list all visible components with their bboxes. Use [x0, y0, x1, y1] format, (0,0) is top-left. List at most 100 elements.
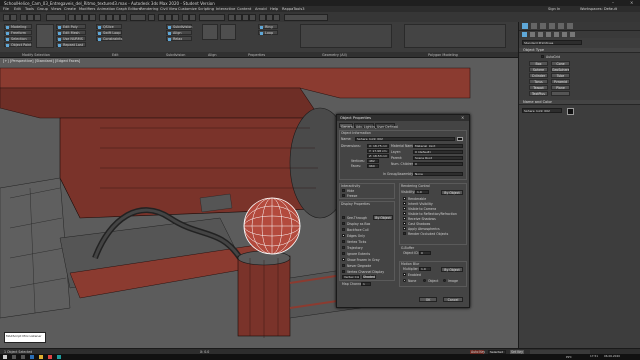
- visible-to-camera-checkbox[interactable]: [403, 207, 406, 210]
- object-id-field[interactable]: 0: [419, 251, 431, 255]
- cone-button[interactable]: Cone: [551, 61, 570, 66]
- motion-tab-icon[interactable]: [549, 23, 555, 29]
- systems-icon[interactable]: [570, 32, 575, 37]
- image-radio[interactable]: [443, 279, 446, 282]
- autogrid-checkbox[interactable]: [541, 55, 544, 58]
- ok-button[interactable]: OK: [419, 297, 437, 302]
- edges-only-checkbox[interactable]: [342, 234, 345, 237]
- menu-content[interactable]: Content: [237, 7, 251, 11]
- vertex-ticks-checkbox[interactable]: [342, 240, 345, 243]
- render-frame-icon[interactable]: [266, 14, 273, 21]
- ribbon-tab-object-paint[interactable]: Object Paint: [4, 42, 32, 47]
- ribbon-qslice[interactable]: QSlice: [96, 24, 122, 29]
- object-name-field[interactable]: Sphere_Joint_002: [522, 108, 562, 113]
- empty-primitive-button[interactable]: [551, 91, 570, 96]
- section-subdivision[interactable]: Subdivision: [166, 53, 185, 57]
- grow-shrink-icon[interactable]: [36, 24, 54, 48]
- section-properties[interactable]: Properties: [248, 53, 265, 57]
- object-color-swatch[interactable]: [567, 108, 574, 115]
- cast-shadows-checkbox[interactable]: [403, 222, 406, 225]
- geometry-icon[interactable]: [522, 32, 527, 37]
- motion-blur-by-object-button[interactable]: By Object: [441, 267, 463, 272]
- visibility-field[interactable]: 1.0: [415, 190, 429, 194]
- visible-to-reflection-checkbox[interactable]: [403, 212, 406, 215]
- menu-civil-view[interactable]: Civil View: [160, 7, 177, 11]
- tab-adv-lighting[interactable]: Adv. Lighting: [354, 123, 377, 129]
- mirror-icon[interactable]: [182, 14, 189, 21]
- hide-checkbox[interactable]: [342, 189, 345, 192]
- freeze-checkbox[interactable]: [342, 194, 345, 197]
- ribbon-repeat-last[interactable]: Repeat Last: [56, 42, 86, 47]
- create-tab-icon[interactable]: [522, 23, 528, 29]
- cancel-button[interactable]: Cancel: [443, 297, 463, 302]
- map-channel-field[interactable]: 1: [361, 282, 371, 286]
- select-object-icon[interactable]: [68, 14, 75, 21]
- placement-icon[interactable]: [120, 14, 127, 21]
- layer-explorer-icon[interactable]: [228, 14, 235, 21]
- render-occluded-checkbox[interactable]: [403, 232, 406, 235]
- sphere-button[interactable]: Sphere: [529, 67, 548, 72]
- cylinder-button[interactable]: Cylinder: [529, 73, 548, 78]
- primitive-type-dropdown[interactable]: Standard Primitives: [522, 40, 582, 45]
- name-field[interactable]: Sphere_Joint_002: [355, 137, 455, 141]
- rendering-by-object-button[interactable]: By Object: [441, 190, 463, 195]
- menu-tools[interactable]: Tools: [25, 7, 34, 11]
- maxscript-listener[interactable]: MAXScript Mini Listener: [4, 332, 46, 343]
- angle-snap-icon[interactable]: [165, 14, 172, 21]
- vertex-color-dropdown[interactable]: Vertex Color: [342, 275, 360, 279]
- align-icon[interactable]: [189, 14, 196, 21]
- 3dsmax-taskbar-icon[interactable]: [57, 355, 61, 359]
- ribbon-subdivision[interactable]: Subdivision: [166, 24, 192, 29]
- trajectory-checkbox[interactable]: [342, 246, 345, 249]
- dialog-color-swatch[interactable]: [457, 137, 463, 141]
- object-radio[interactable]: [423, 279, 426, 282]
- unlink-icon[interactable]: [27, 14, 34, 21]
- dialog-title-bar[interactable]: Object Properties ×: [337, 115, 469, 121]
- cameras-icon[interactable]: [546, 32, 551, 37]
- select-by-name-icon[interactable]: [75, 14, 82, 21]
- ribbon-tab-modeling[interactable]: Modeling: [4, 24, 32, 29]
- section-geometry-all[interactable]: Geometry (All): [322, 53, 347, 57]
- sign-in-button[interactable]: Sign In: [548, 7, 560, 11]
- box-button[interactable]: Box: [529, 61, 548, 66]
- menu-scripting[interactable]: Scripting: [198, 7, 214, 11]
- tessellate-icon[interactable]: [202, 24, 218, 40]
- snaps-icon[interactable]: [158, 14, 165, 21]
- ribbon-edit-poly[interactable]: Edit Poly: [56, 24, 86, 29]
- show-frozen-gray-checkbox[interactable]: [342, 258, 345, 261]
- menu-group[interactable]: Group: [37, 7, 48, 11]
- scale-icon[interactable]: [113, 14, 120, 21]
- window-crossing-icon[interactable]: [89, 14, 96, 21]
- link-icon[interactable]: [20, 14, 27, 21]
- menu-interactive[interactable]: Interactive: [216, 7, 235, 11]
- clock-date[interactable]: 06.06.2020: [604, 354, 620, 358]
- multiplier-field[interactable]: 1.0: [419, 267, 431, 271]
- pyramid-button[interactable]: Pyramid: [551, 79, 570, 84]
- project-path-field[interactable]: [284, 14, 328, 21]
- ribbon-edit-mesh[interactable]: Edit Mesh: [56, 30, 86, 35]
- undo-icon[interactable]: [3, 14, 10, 21]
- textplus-button[interactable]: TextPlus: [529, 91, 548, 96]
- ribbon-align[interactable]: Align: [166, 30, 192, 35]
- menu-graph-editors[interactable]: Graph Editors: [116, 7, 141, 11]
- never-degrade-checkbox[interactable]: [342, 264, 345, 267]
- file-explorer-icon[interactable]: [39, 355, 43, 359]
- shaded-button[interactable]: Shaded: [362, 275, 376, 279]
- render-icon[interactable]: [273, 14, 280, 21]
- ribbon-relax[interactable]: Relax: [166, 36, 192, 41]
- selection-filter-dropdown[interactable]: [46, 14, 66, 21]
- geosphere-button[interactable]: GeoSphere: [551, 67, 570, 72]
- renderable-checkbox[interactable]: [403, 197, 406, 200]
- enabled-checkbox[interactable]: [403, 273, 406, 276]
- menu-arnold[interactable]: Arnold: [255, 7, 267, 11]
- spacewarps-icon[interactable]: [562, 32, 567, 37]
- render-setup-icon[interactable]: [259, 14, 266, 21]
- helpers-icon[interactable]: [554, 32, 559, 37]
- polygon-modeling-group[interactable]: [404, 24, 506, 48]
- curve-editor-icon[interactable]: [235, 14, 242, 21]
- reference-coord-dropdown[interactable]: [130, 14, 146, 21]
- ignore-extents-checkbox[interactable]: [342, 252, 345, 255]
- ribbon-swift-loop[interactable]: Swift Loop: [96, 30, 122, 35]
- shapes-icon[interactable]: [530, 32, 535, 37]
- name-and-color-rollout[interactable]: Name and Color: [519, 100, 640, 105]
